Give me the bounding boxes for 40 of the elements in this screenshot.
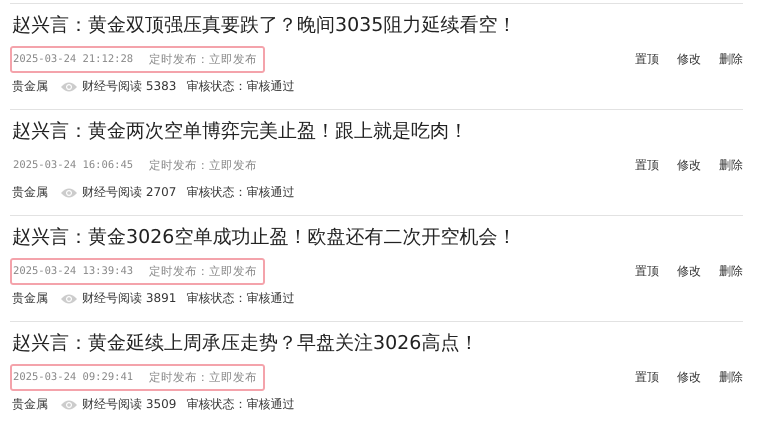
publish-time: 2025-03-24 09:29:41 [13, 371, 134, 383]
review-status: 审核状态：审核通过 [186, 290, 294, 307]
publish-time: 2025-03-24 13:39:43 [13, 265, 134, 277]
action-link[interactable]: 删除 [719, 156, 743, 174]
action-link[interactable]: 删除 [719, 262, 743, 280]
category-label: 贵金属 [12, 396, 48, 413]
action-link[interactable]: 置顶 [635, 262, 659, 280]
action-link[interactable]: 删除 [719, 368, 743, 386]
article-title[interactable]: 赵兴言：黄金3026空单成功止盈！欧盘还有二次开空机会！ [12, 223, 743, 251]
schedule-status: 定时发布：立即发布 [149, 52, 258, 66]
publish-time: 2025-03-24 21:12:28 [13, 53, 134, 65]
action-link[interactable]: 修改 [677, 156, 701, 174]
read-count: 财经号阅读 2707 [82, 184, 176, 201]
article-title[interactable]: 赵兴言：黄金两次空单博弈完美止盈！跟上就是吃肉！ [12, 117, 743, 145]
schedule-status: 定时发布：立即发布 [149, 370, 258, 384]
schedule-status: 定时发布：立即发布 [149, 158, 258, 172]
read-count: 财经号阅读 3509 [82, 396, 176, 413]
publish-time: 2025-03-24 16:06:45 [13, 159, 134, 171]
eye-icon [60, 292, 78, 304]
action-link[interactable]: 修改 [677, 368, 701, 386]
article-title[interactable]: 赵兴言：黄金延续上周承压走势？早盘关注3026高点！ [12, 329, 743, 357]
read-count: 财经号阅读 3891 [82, 290, 176, 307]
eye-icon [60, 80, 78, 92]
eye-icon [60, 186, 78, 198]
action-link[interactable]: 修改 [677, 262, 701, 280]
article-title[interactable]: 赵兴言：黄金双顶强压真要跌了？晚间3035阻力延续看空！ [12, 11, 743, 39]
review-status: 审核状态：审核通过 [186, 184, 294, 201]
action-link[interactable]: 删除 [719, 50, 743, 68]
action-link[interactable]: 修改 [677, 50, 701, 68]
category-label: 贵金属 [12, 78, 48, 95]
action-link[interactable]: 置顶 [635, 50, 659, 68]
review-status: 审核状态：审核通过 [186, 396, 294, 413]
category-label: 贵金属 [12, 290, 48, 307]
action-link[interactable]: 置顶 [635, 156, 659, 174]
review-status: 审核状态：审核通过 [186, 78, 294, 95]
action-link[interactable]: 置顶 [635, 368, 659, 386]
category-label: 贵金属 [12, 184, 48, 201]
read-count: 财经号阅读 5383 [82, 78, 176, 95]
schedule-status: 定时发布：立即发布 [149, 264, 258, 278]
eye-icon [60, 398, 78, 410]
